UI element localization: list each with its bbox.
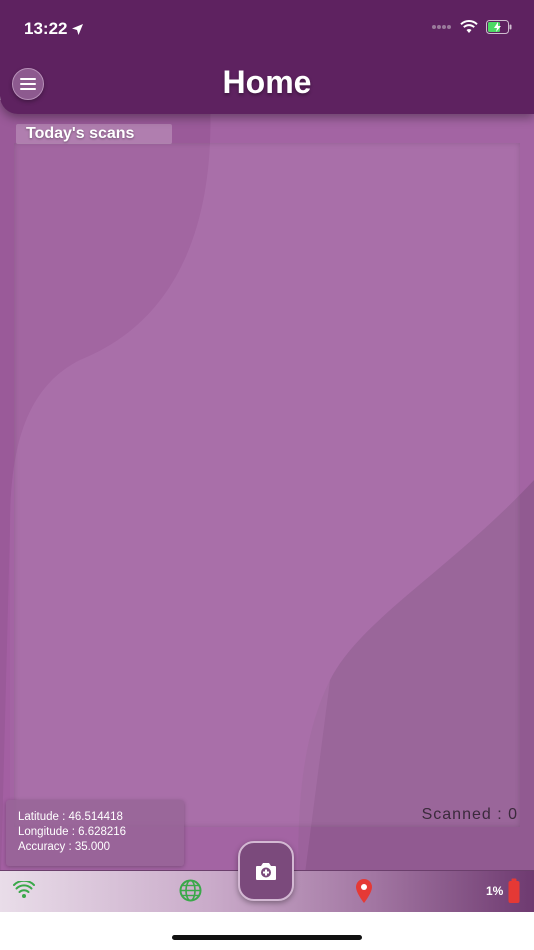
signal-dots-icon xyxy=(432,25,451,29)
longitude-text: Longitude : 6.628216 xyxy=(18,826,127,838)
app-header: 13:22 Home xyxy=(0,0,534,114)
battery-percent-text: 1% xyxy=(486,884,504,898)
status-bar-icons xyxy=(432,20,512,34)
scanned-count: Scanned : 0 xyxy=(421,806,518,823)
scan-camera-button[interactable] xyxy=(238,841,294,901)
status-battery-charging-icon xyxy=(486,20,512,34)
globe-icon xyxy=(179,879,202,902)
camera-plus-icon xyxy=(256,863,276,880)
location-arrow-icon xyxy=(72,23,84,35)
location-pin-icon xyxy=(356,879,372,903)
todays-scans-label: Today's scans xyxy=(16,124,172,144)
scans-list-panel[interactable] xyxy=(14,143,520,827)
wifi-icon xyxy=(13,881,35,898)
home-indicator[interactable] xyxy=(172,935,362,940)
status-bar-time: 13:22 xyxy=(24,19,84,39)
status-time-text: 13:22 xyxy=(24,19,68,38)
page-title: Home xyxy=(222,64,312,100)
status-wifi-icon xyxy=(460,20,478,33)
location-info-box: Latitude : 46.514418 Longitude : 6.62821… xyxy=(6,800,184,866)
home-screen: 13:22 Home Today's scans Scanned: 0 Lat… xyxy=(0,0,534,950)
battery-low-icon xyxy=(508,878,520,903)
latitude-text: Latitude : 46.514418 xyxy=(18,811,123,823)
accuracy-text: Accuracy : 35.000 xyxy=(18,841,111,853)
